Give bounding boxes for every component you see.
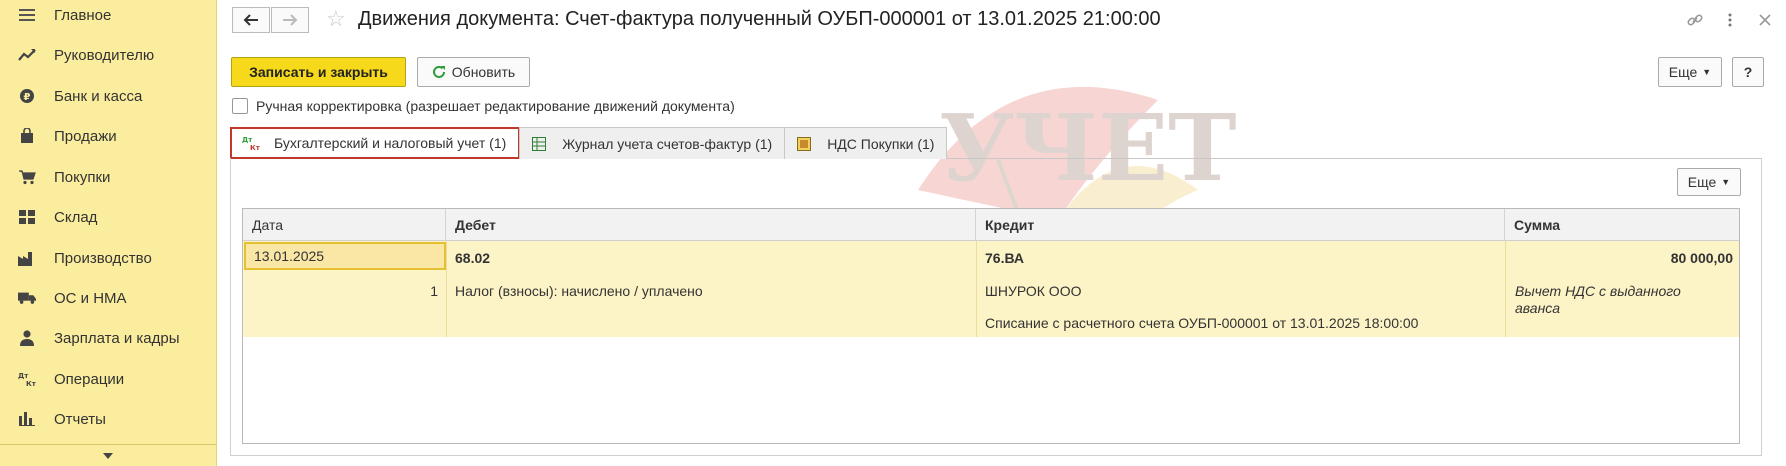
sidebar-item-production[interactable]: Производство xyxy=(0,238,216,278)
dropdown-caret-icon: ▼ xyxy=(1702,67,1712,77)
amount-cell: 80 000,00 xyxy=(1670,250,1733,266)
tab-accounting[interactable]: Дт Кт Бухгалтерский и налоговый учет (1) xyxy=(230,127,521,159)
close-icon[interactable] xyxy=(1753,8,1777,32)
column-header-credit[interactable]: Кредит xyxy=(976,209,1505,241)
sidebar-item-operations[interactable]: Дт Кт Операции xyxy=(0,359,216,399)
sidebar-item-label: Склад xyxy=(54,208,98,226)
movements-table: Дата Дебет Кредит Сумма 13.01.2025 1 68.… xyxy=(242,208,1740,444)
tab-invoice-journal[interactable]: Журнал учета счетов-фактур (1) xyxy=(519,127,786,159)
column-divider xyxy=(976,241,977,337)
column-header-date[interactable]: Дата xyxy=(243,209,446,241)
sidebar-item-salary[interactable]: Зарплата и кадры xyxy=(0,318,216,358)
sidebar-item-label: Руководителю xyxy=(54,46,155,64)
save-and-close-button[interactable]: Записать и закрыть xyxy=(231,57,406,87)
svg-text:Дт: Дт xyxy=(18,372,29,380)
table-icon xyxy=(530,136,548,152)
svg-text:Кт: Кт xyxy=(26,380,36,387)
truck-icon xyxy=(18,289,36,307)
svg-text:₽: ₽ xyxy=(24,92,31,103)
page-title: Движения документа: Счет-фактура получен… xyxy=(358,8,1161,30)
tab-vat-purchases[interactable]: НДС Покупки (1) xyxy=(784,127,948,159)
bar-chart-icon xyxy=(18,410,36,428)
row-number: 1 xyxy=(430,283,438,299)
dt-kt-icon: Дт Кт xyxy=(242,135,260,151)
more-label: Еще xyxy=(1668,64,1698,80)
manual-edit-row: Ручная корректировка (разрешает редактир… xyxy=(232,98,735,114)
coin-icon: ₽ xyxy=(18,87,36,105)
svg-text:Дт: Дт xyxy=(242,136,253,144)
back-button[interactable] xyxy=(232,7,270,33)
sidebar-item-label: Продажи xyxy=(54,127,117,145)
star-icon[interactable]: ☆ xyxy=(326,6,346,32)
sidebar-item-label: Главное xyxy=(54,6,112,24)
refresh-button[interactable]: Обновить xyxy=(417,57,530,87)
more-vertical-icon[interactable] xyxy=(1718,8,1742,32)
sidebar-item-label: Зарплата и кадры xyxy=(54,329,180,347)
manual-edit-checkbox[interactable] xyxy=(232,98,248,114)
link-icon[interactable] xyxy=(1683,8,1707,32)
arrow-right-icon xyxy=(283,14,298,26)
register-icon xyxy=(795,136,813,152)
more-label: Еще xyxy=(1687,174,1717,190)
column-divider xyxy=(446,241,447,337)
chevron-down-icon xyxy=(103,452,113,459)
date-cell[interactable]: 13.01.2025 xyxy=(244,242,446,270)
sidebar-item-bank[interactable]: ₽ Банк и касса xyxy=(0,76,216,116)
column-header-amount[interactable]: Сумма xyxy=(1505,209,1741,241)
more-button[interactable]: Еще ▼ xyxy=(1658,57,1722,87)
sidebar-item-label: Производство xyxy=(54,249,152,267)
menu-icon xyxy=(18,6,36,24)
sidebar-item-sales[interactable]: Продажи xyxy=(0,116,216,156)
sidebar: Главное Руководителю ₽ Банк и касса Прод… xyxy=(0,0,217,466)
table-more-button[interactable]: Еще ▼ xyxy=(1677,168,1741,196)
sidebar-item-warehouse[interactable]: Склад xyxy=(0,197,216,237)
help-button[interactable]: ? xyxy=(1732,57,1764,87)
sidebar-item-assets[interactable]: ОС и НМА xyxy=(0,278,216,318)
tab-label: Журнал учета счетов-фактур (1) xyxy=(562,135,773,152)
tab-label: НДС Покупки (1) xyxy=(827,135,935,152)
sidebar-item-label: Операции xyxy=(54,370,125,388)
chart-trend-icon xyxy=(18,46,36,64)
tab-bar: Дт Кт Бухгалтерский и налоговый учет (1) … xyxy=(230,127,948,159)
column-header-debit[interactable]: Дебет xyxy=(446,209,976,241)
debit-subconto: Налог (взносы): начислено / уплачено xyxy=(455,283,703,299)
svg-text:Кт: Кт xyxy=(250,144,260,151)
sidebar-item-label: ОС и НМА xyxy=(54,289,127,307)
sidebar-item-label: Банк и касса xyxy=(54,87,143,105)
sidebar-item-label: Отчеты xyxy=(54,410,106,428)
tab-label: Бухгалтерский и налоговый учет (1) xyxy=(274,135,507,151)
forward-button[interactable] xyxy=(271,7,309,33)
cart-icon xyxy=(18,168,36,186)
bag-icon xyxy=(18,127,36,145)
sidebar-item-label: Покупки xyxy=(54,168,111,186)
sidebar-item-manager[interactable]: Руководителю xyxy=(0,35,216,75)
arrow-left-icon xyxy=(243,14,258,26)
credit-subconto-2: Списание с расчетного счета ОУБП-000001 … xyxy=(985,315,1419,331)
credit-account: 76.ВА xyxy=(985,250,1024,266)
refresh-label: Обновить xyxy=(451,64,516,80)
content-cell: Вычет НДС с выданного аванса xyxy=(1515,283,1681,316)
sidebar-item-reports[interactable]: Отчеты xyxy=(0,399,216,439)
factory-icon xyxy=(18,249,36,267)
warehouse-icon xyxy=(18,208,36,226)
main-area: УЧЕТ БЕЗ ЗАБОТ ☆ Движения документа: Сче… xyxy=(218,0,1786,466)
sidebar-scroll-down[interactable] xyxy=(0,444,216,466)
dt-kt-icon: Дт Кт xyxy=(18,370,36,388)
person-icon xyxy=(18,329,36,347)
table-header: Дата Дебет Кредит Сумма xyxy=(243,209,1739,241)
debit-account: 68.02 xyxy=(455,250,491,266)
sidebar-item-main[interactable]: Главное xyxy=(0,0,216,35)
dropdown-caret-icon: ▼ xyxy=(1721,177,1731,187)
credit-subconto-1: ШНУРОК ООО xyxy=(985,283,1082,299)
refresh-icon xyxy=(432,65,445,78)
sidebar-item-purchases[interactable]: Покупки xyxy=(0,157,216,197)
manual-edit-label: Ручная корректировка (разрешает редактир… xyxy=(256,98,735,114)
